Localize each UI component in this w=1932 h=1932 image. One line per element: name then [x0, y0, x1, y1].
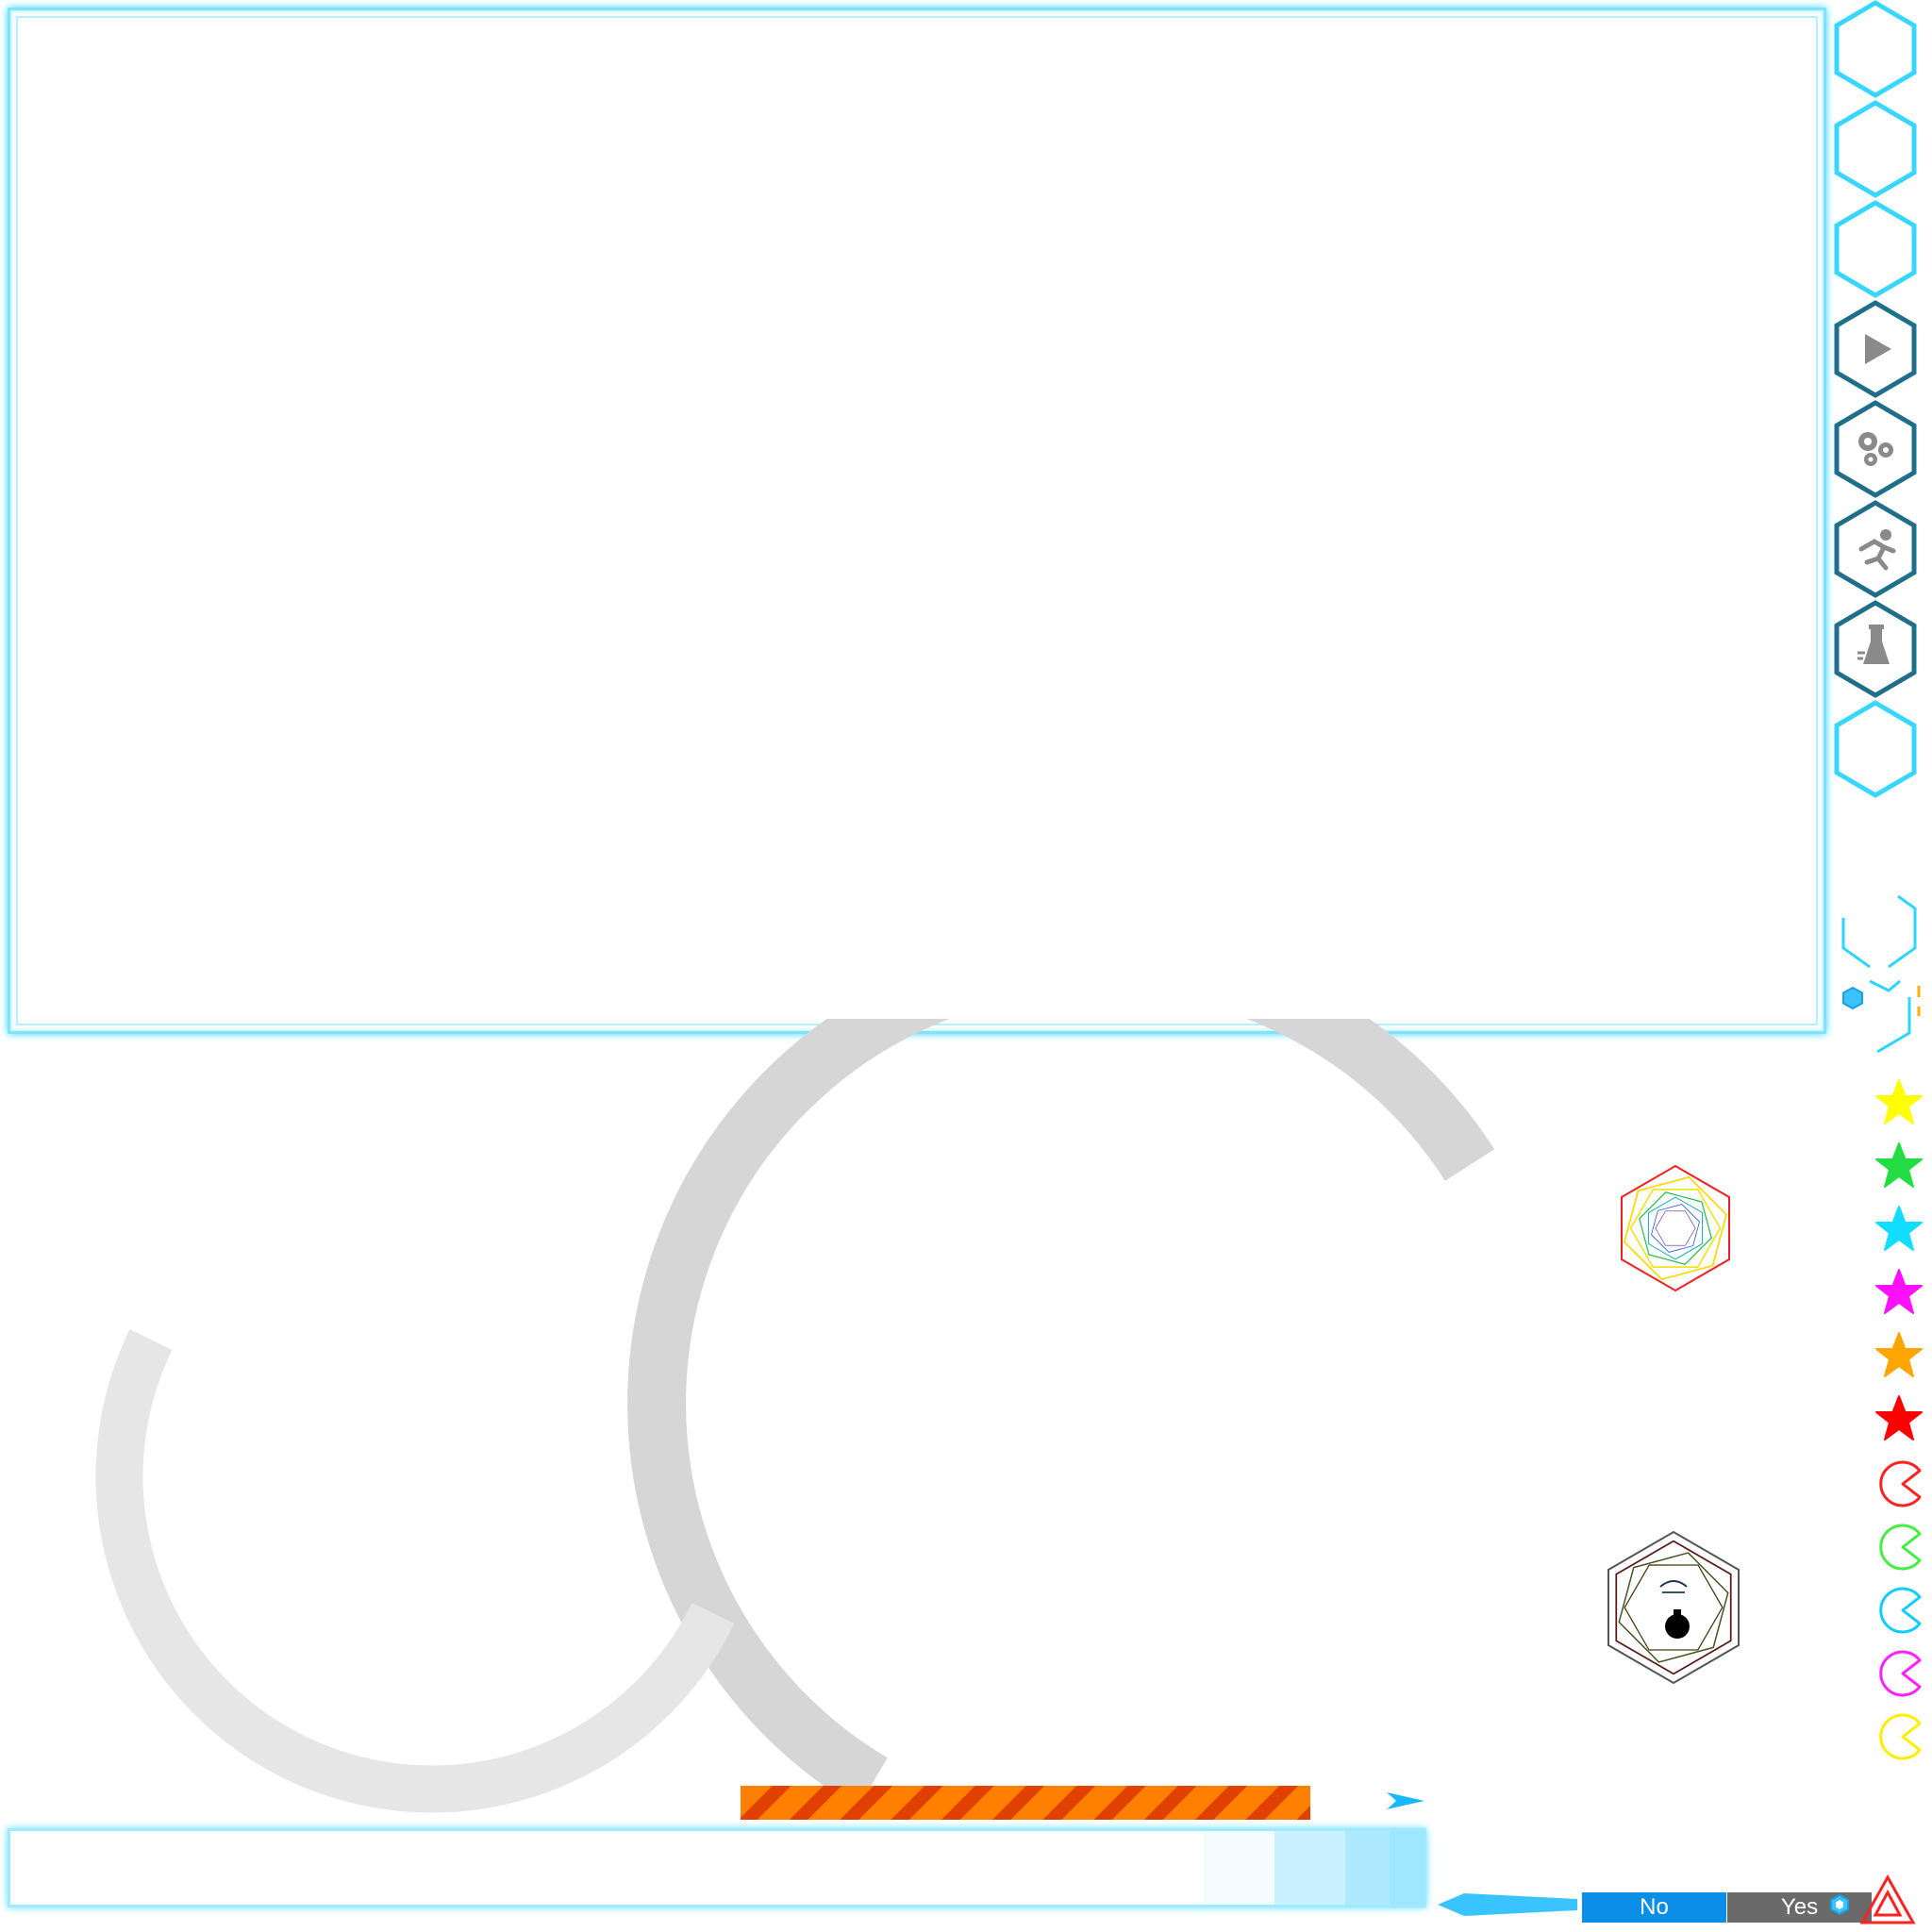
ring-small [95, 1329, 735, 1813]
input-progress-bar[interactable] [8, 1828, 1426, 1907]
star-icon [1873, 1267, 1925, 1320]
hex-menu-lab[interactable] [1833, 600, 1918, 698]
pac-icon [1874, 1647, 1927, 1700]
pac-icon [1874, 1457, 1927, 1510]
background-rings [95, 1019, 1495, 1813]
hazard-progress-bar [741, 1786, 1310, 1820]
warning-triangle-icon[interactable] [1858, 1874, 1917, 1926]
bomb-icon [1665, 1614, 1690, 1639]
no-button[interactable]: No [1582, 1892, 1726, 1923]
star-icon [1873, 1204, 1925, 1257]
hex-menu-run[interactable] [1833, 500, 1918, 598]
pac-icon [1874, 1584, 1927, 1637]
hex-menu-empty-slot-4[interactable] [1833, 700, 1918, 798]
hex-menu-settings[interactable] [1833, 400, 1918, 498]
arrow-right-icon [1387, 1792, 1424, 1809]
small-hex-icon [1842, 986, 1863, 1010]
hex-menu-empty-slot-3[interactable] [1833, 200, 1918, 298]
locked-bomb-hex[interactable] [1604, 1530, 1743, 1685]
pac-icon [1874, 1710, 1927, 1763]
star-icon [1873, 1077, 1925, 1130]
hex-menu-empty-slot-2[interactable] [1833, 100, 1918, 198]
broken-hex-decoration [1841, 894, 1921, 1054]
game-viewport[interactable] [8, 8, 1826, 1034]
star-icon [1873, 1393, 1925, 1446]
hex-menu-play[interactable] [1833, 300, 1918, 398]
ring-large [627, 1019, 1495, 1808]
hex-menu-empty-slot-1[interactable] [1833, 0, 1918, 98]
arrow-left-icon [1438, 1893, 1577, 1916]
small-hex-bullet-icon [1830, 1893, 1849, 1916]
pac-icon [1874, 1521, 1927, 1574]
star-icon [1873, 1141, 1925, 1193]
star-icon [1873, 1330, 1925, 1383]
spiral-hex-icon[interactable] [1615, 1162, 1736, 1294]
